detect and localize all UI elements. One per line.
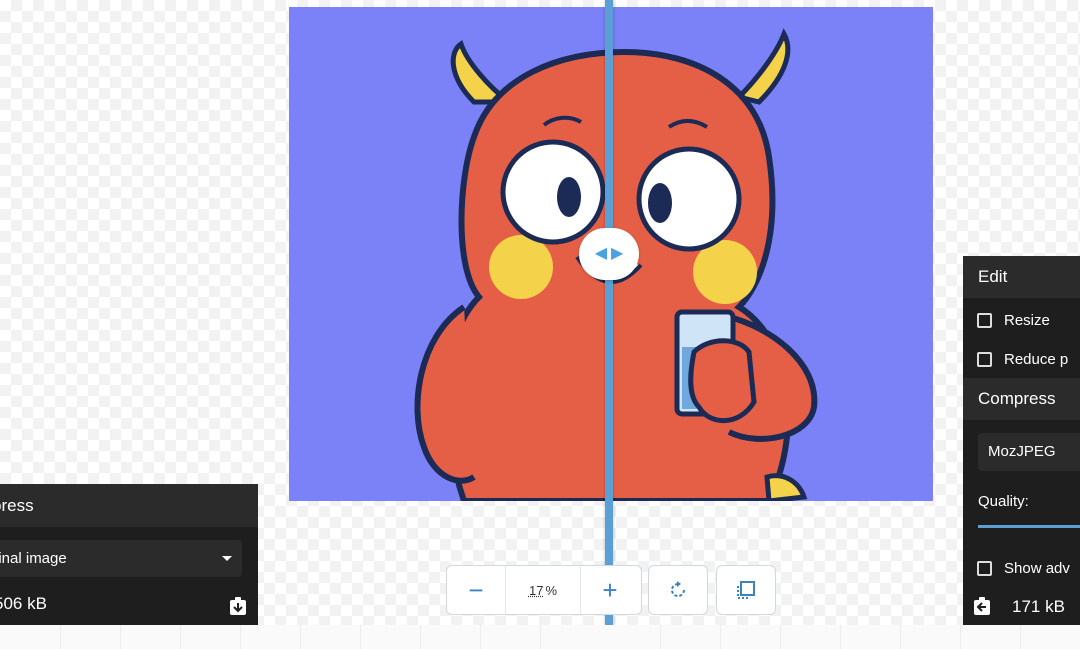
fit-to-screen-icon bbox=[737, 581, 755, 599]
fit-to-screen-button[interactable] bbox=[716, 565, 776, 615]
rotate-icon bbox=[671, 581, 685, 597]
download-icon[interactable] bbox=[229, 596, 247, 616]
zoom-unit: % bbox=[545, 582, 558, 598]
arrow-left-icon: ◀ bbox=[594, 245, 607, 262]
chevron-down-icon bbox=[222, 556, 232, 561]
compressed-size: 171 kB bbox=[1012, 597, 1065, 616]
zoom-out-button[interactable]: − bbox=[447, 566, 505, 614]
reduce-palette-option[interactable]: Reduce p bbox=[977, 349, 1080, 369]
compress-heading: press bbox=[0, 484, 258, 527]
upload-icon[interactable] bbox=[973, 596, 991, 616]
reduce-palette-checkbox[interactable] bbox=[977, 351, 992, 367]
show-advanced-option[interactable]: Show adv bbox=[977, 558, 1080, 578]
method-select-value: ginal image bbox=[0, 550, 67, 567]
edit-heading: Edit bbox=[963, 256, 1080, 298]
zoom-in-button[interactable]: + bbox=[581, 566, 639, 614]
original-size: 506 kB bbox=[0, 594, 47, 613]
arrow-right-icon: ▶ bbox=[611, 245, 624, 262]
divider-handle[interactable]: ◀ ▶ bbox=[579, 228, 639, 280]
quality-label: Quality: bbox=[978, 493, 1029, 510]
resize-label: Resize bbox=[1004, 311, 1050, 329]
compress-heading-right: Compress bbox=[963, 378, 1080, 420]
left-options-panel: press ginal image 506 kB bbox=[0, 484, 258, 625]
quality-slider[interactable] bbox=[978, 525, 1080, 528]
comparison-divider[interactable] bbox=[605, 0, 613, 625]
zoom-value[interactable]: 17 bbox=[529, 583, 543, 598]
reduce-palette-label: Reduce p bbox=[1004, 350, 1069, 368]
show-advanced-label: Show adv bbox=[1004, 559, 1070, 577]
rotate-button[interactable] bbox=[648, 565, 708, 615]
resize-checkbox[interactable] bbox=[977, 312, 992, 328]
right-options-panel: Edit Resize Reduce p Compress MozJPEG Qu… bbox=[963, 256, 1080, 625]
zoom-level[interactable]: 17 % bbox=[505, 566, 581, 614]
bottom-strip bbox=[0, 625, 1080, 649]
codec-select[interactable]: MozJPEG bbox=[978, 433, 1080, 471]
resize-option[interactable]: Resize bbox=[977, 310, 1080, 330]
zoom-controls: − 17 % + bbox=[446, 565, 642, 615]
show-advanced-checkbox[interactable] bbox=[977, 560, 992, 576]
method-select[interactable]: ginal image bbox=[0, 540, 242, 577]
